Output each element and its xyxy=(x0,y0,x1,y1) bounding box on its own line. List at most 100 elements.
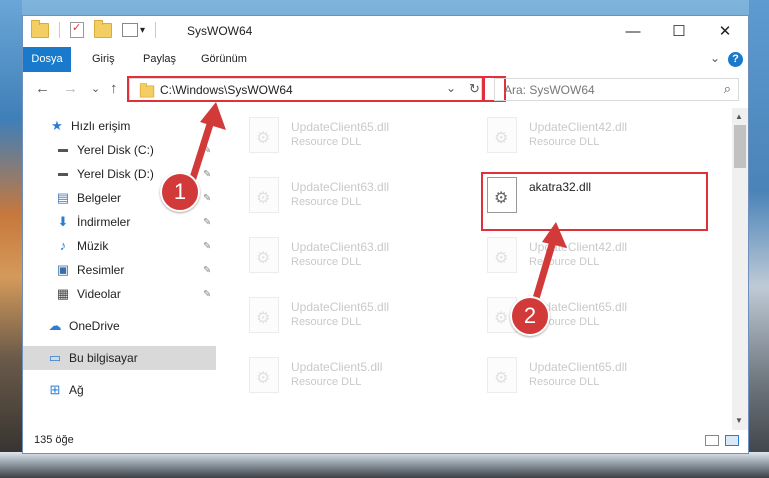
pin-icon[interactable]: ✎ xyxy=(203,241,211,252)
search-input[interactable]: Ara: SysWOW64 xyxy=(504,83,595,97)
tab-share[interactable]: Paylaş xyxy=(134,47,185,72)
pin-icon[interactable]: ✎ xyxy=(203,289,211,300)
new-folder-icon[interactable] xyxy=(94,19,112,38)
documents-icon: ▤ xyxy=(56,190,70,205)
title-bar: ▾ SysWOW64 — ☐ ✕ xyxy=(23,16,748,47)
tab-view[interactable]: Görünüm xyxy=(192,47,256,72)
close-button[interactable]: ✕ xyxy=(702,16,748,47)
sidebar-item-label: Ağ xyxy=(69,383,84,397)
sidebar-item-label: Müzik xyxy=(77,239,109,253)
dll-file-icon xyxy=(487,117,517,153)
details-view-icon[interactable] xyxy=(705,435,719,446)
window-title: SysWOW64 xyxy=(187,24,253,38)
desktop-background-left xyxy=(0,0,22,478)
desktop-background-right xyxy=(749,0,769,478)
up-button[interactable]: ↑ xyxy=(110,80,118,97)
search-icon[interactable]: ⌕ xyxy=(724,81,731,97)
dll-file-icon xyxy=(249,177,279,213)
drive-icon: ▬ xyxy=(58,168,68,179)
dll-file-icon xyxy=(487,357,517,393)
recent-locations-button[interactable]: ⌄ xyxy=(91,82,100,95)
video-icon: ▦ xyxy=(56,286,70,301)
dll-file-icon xyxy=(249,117,279,153)
music-icon: ♪ xyxy=(59,238,67,253)
pin-icon[interactable]: ✎ xyxy=(203,217,211,228)
sidebar-item-label: Bu bilgisayar xyxy=(69,351,138,365)
step-2-badge: 2 xyxy=(510,296,550,336)
sidebar-item-downloads[interactable]: ⬇ İndirmeler ✎ xyxy=(23,210,216,234)
address-highlight-box xyxy=(127,76,484,102)
tab-home[interactable]: Giriş xyxy=(83,47,124,72)
file-name: UpdateClient63.dll xyxy=(291,240,390,254)
file-item[interactable]: UpdateClient5.dll Resource DLL xyxy=(233,352,433,404)
scroll-thumb[interactable] xyxy=(734,125,746,168)
file-item[interactable]: UpdateClient42.dll Resource DLL xyxy=(471,232,671,284)
dll-file-icon xyxy=(249,297,279,333)
sidebar-item-music[interactable]: ♪ Müzik ✎ xyxy=(23,234,216,258)
sidebar-item-this-pc[interactable]: ▭ Bu bilgisayar xyxy=(23,346,216,370)
view-icon[interactable] xyxy=(122,23,138,37)
help-icon[interactable]: ? xyxy=(728,52,743,67)
quick-access-toolbar: ▾ xyxy=(31,19,157,38)
step-1-badge: 1 xyxy=(160,172,200,212)
file-item[interactable]: UpdateClient42.dll Resource DLL xyxy=(471,112,671,164)
search-box[interactable]: Ara: SysWOW64 ⌕ xyxy=(494,78,739,101)
file-type: Resource DLL xyxy=(291,196,362,208)
sidebar-item-label: Yerel Disk (D:) xyxy=(77,167,154,181)
toolbar-divider xyxy=(59,22,60,38)
back-button[interactable]: ← xyxy=(35,80,50,97)
download-icon: ⬇ xyxy=(57,214,69,229)
file-list: UpdateClient65.dll Resource DLL UpdateCl… xyxy=(233,112,733,422)
tab-file[interactable]: Dosya xyxy=(23,47,71,72)
status-bar: 135 öğe xyxy=(23,429,748,453)
file-name: UpdateClient5.dll xyxy=(291,360,383,374)
dll-file-icon xyxy=(249,357,279,393)
scroll-down-icon[interactable]: ▼ xyxy=(735,416,743,425)
sidebar-item-label: OneDrive xyxy=(69,319,120,333)
minimize-button[interactable]: — xyxy=(610,16,656,47)
file-name: UpdateClient63.dll xyxy=(291,180,390,194)
chevron-down-icon[interactable]: ⌄ xyxy=(710,51,720,65)
ribbon-tabs: Dosya Giriş Paylaş Görünüm ⌄ ? xyxy=(23,47,748,72)
pictures-icon: ▣ xyxy=(56,262,70,277)
sidebar-item-pictures[interactable]: ▣ Resimler ✎ xyxy=(23,258,216,282)
sidebar-item-label: İndirmeler xyxy=(77,215,131,229)
forward-button[interactable]: → xyxy=(63,80,78,97)
sidebar-item-network[interactable]: ⊞ Ağ xyxy=(23,378,216,402)
file-name: UpdateClient65.dll xyxy=(529,360,628,374)
star-icon: ★ xyxy=(51,118,63,133)
item-count: 135 öğe xyxy=(34,434,74,446)
qa-dropdown-icon[interactable]: ▾ xyxy=(140,25,145,36)
scroll-up-icon[interactable]: ▲ xyxy=(735,112,743,121)
file-item[interactable]: UpdateClient65.dll Resource DLL xyxy=(233,112,433,164)
cloud-icon: ☁ xyxy=(48,318,62,333)
file-type: Resource DLL xyxy=(529,376,600,388)
sidebar-item-label: Belgeler xyxy=(77,191,122,205)
sidebar-item-label: Yerel Disk (C:) xyxy=(77,143,154,157)
file-item[interactable]: UpdateClient63.dll Resource DLL xyxy=(233,232,433,284)
sidebar-item-videos[interactable]: ▦ Videolar ✎ xyxy=(23,282,216,306)
folder-icon[interactable] xyxy=(31,19,49,38)
computer-icon: ▭ xyxy=(48,350,62,365)
sidebar-item-label: Hızlı erişim xyxy=(71,119,131,133)
file-type: Resource DLL xyxy=(291,136,362,148)
file-type: Resource DLL xyxy=(291,256,362,268)
toolbar-divider xyxy=(155,22,157,38)
properties-icon[interactable] xyxy=(70,21,84,38)
file-type: Resource DLL xyxy=(529,136,600,148)
file-item[interactable]: UpdateClient65.dll Resource DLL xyxy=(471,292,671,344)
vertical-scrollbar[interactable]: ▲ ▼ xyxy=(732,108,748,430)
sidebar-item-label: Resimler xyxy=(77,263,125,277)
pin-icon[interactable]: ✎ xyxy=(203,265,211,276)
sidebar-item-onedrive[interactable]: ☁ OneDrive xyxy=(23,314,216,338)
file-item[interactable]: UpdateClient63.dll Resource DLL xyxy=(233,172,433,224)
navigation-bar: ← → ⌄ ↑ C:\Windows\SysWOW64 ⌄ ↻ Ara: Sys… xyxy=(23,75,748,105)
file-item[interactable]: UpdateClient65.dll Resource DLL xyxy=(471,352,671,404)
large-icons-view-icon[interactable] xyxy=(725,435,739,446)
file-item[interactable]: UpdateClient65.dll Resource DLL xyxy=(233,292,433,344)
file-name: UpdateClient42.dll xyxy=(529,120,628,134)
file-name: UpdateClient65.dll xyxy=(291,120,390,134)
maximize-button[interactable]: ☐ xyxy=(656,16,702,47)
file-name: UpdateClient65.dll xyxy=(291,300,390,314)
file-type: Resource DLL xyxy=(291,316,362,328)
